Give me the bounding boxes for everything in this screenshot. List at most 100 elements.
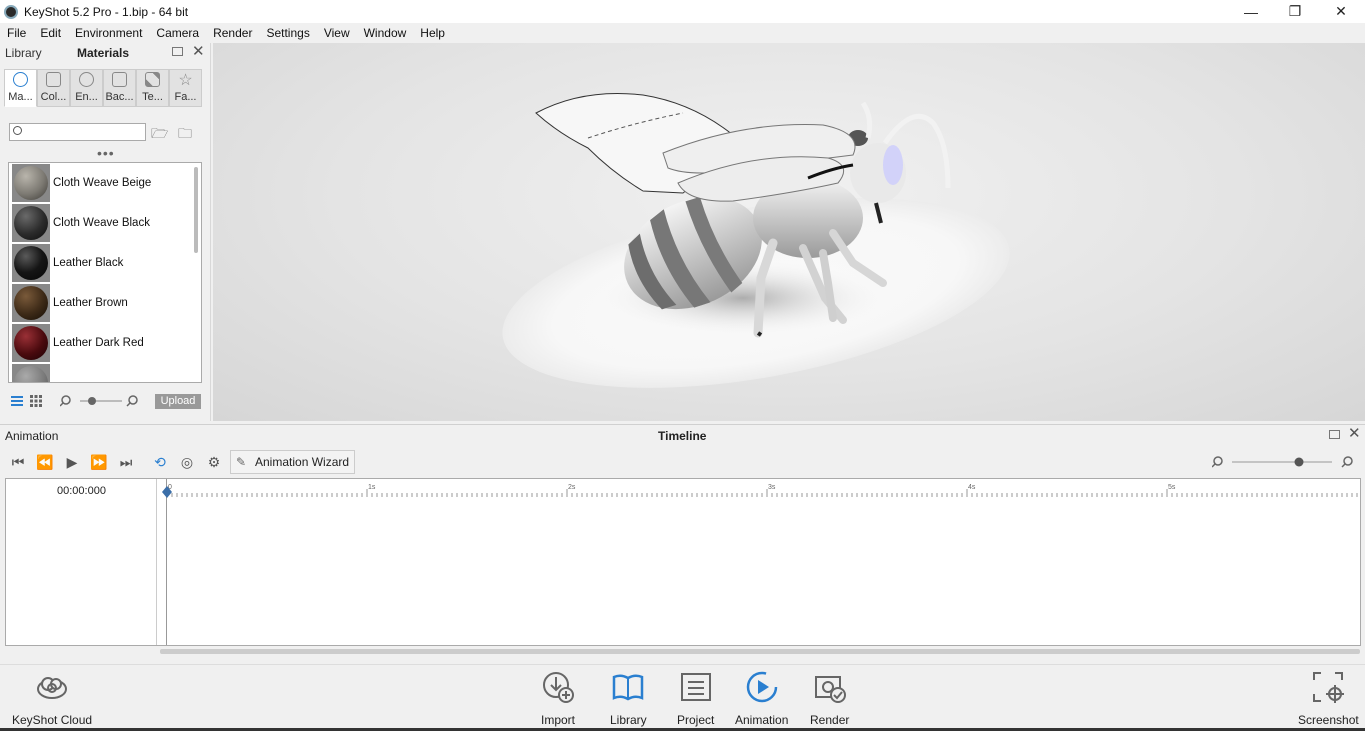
import-label: Import [540, 713, 575, 727]
material-sphere [14, 326, 48, 360]
list-item[interactable] [9, 363, 201, 382]
animation-button[interactable]: Animation [735, 669, 788, 727]
ruler-label: 4s [968, 484, 976, 491]
ruler-label: 3s [768, 484, 776, 491]
list-item[interactable]: Cloth Weave Beige [9, 163, 201, 203]
library-search [9, 123, 146, 141]
materials-title: Materials [77, 46, 130, 60]
environment-icon [79, 72, 94, 87]
wizard-label: Animation Wizard [255, 455, 350, 469]
undock-icon[interactable] [1329, 430, 1340, 439]
keyshot-cloud-button[interactable]: KeyShot Cloud [12, 669, 92, 727]
material-sphere [14, 206, 48, 240]
timeline-scrollbar[interactable] [160, 649, 1360, 654]
screenshot-label: Screenshot [1298, 713, 1359, 727]
step-back-icon[interactable]: ⏪ [35, 453, 55, 471]
library-header: Library Materials ✕ [0, 43, 210, 63]
splitter-handle[interactable]: ••• [97, 146, 115, 160]
material-name: Leather Black [53, 257, 124, 269]
tab-label: Bac... [105, 91, 134, 103]
preview-icon[interactable]: ◎ [177, 453, 197, 471]
screenshot-icon [1310, 669, 1346, 705]
search-input[interactable] [28, 125, 143, 139]
play-icon[interactable]: ▶ [62, 453, 82, 471]
bee-model-render [502, 93, 1010, 388]
menu-view[interactable]: View [317, 26, 357, 40]
menu-file[interactable]: File [0, 26, 33, 40]
close-panel-icon[interactable]: ✕ [1348, 426, 1361, 442]
close-panel-icon[interactable]: ✕ [192, 44, 205, 60]
timeline-area[interactable]: 00:00:000 0 1s 2s 3s 4s 5s [5, 478, 1361, 646]
upload-button[interactable]: Upload [155, 394, 201, 409]
material-name: Cloth Weave Black [53, 217, 150, 229]
tab-materials[interactable]: Ma... [4, 69, 37, 107]
go-to-end-icon[interactable]: ⏭ [116, 453, 136, 471]
menu-render[interactable]: Render [206, 26, 259, 40]
render-viewport[interactable] [213, 43, 1365, 421]
tab-textures[interactable]: Te... [136, 69, 169, 107]
loop-icon[interactable]: ⟲ [150, 453, 170, 471]
title-bar: KeyShot 5.2 Pro - 1.bip - 64 bit — ❐ ✕ [0, 0, 1365, 23]
cloud-label: KeyShot Cloud [12, 713, 93, 727]
render-icon [812, 669, 848, 705]
playhead-marker[interactable] [161, 486, 173, 500]
ruler-label: 5s [1168, 484, 1176, 491]
material-sphere [14, 366, 48, 382]
import-button[interactable]: Import [540, 669, 576, 727]
material-thumbnail [12, 324, 50, 362]
library-button[interactable]: Library [610, 669, 647, 727]
go-to-start-icon[interactable]: ⏮ [8, 453, 28, 471]
menu-camera[interactable]: Camera [149, 26, 206, 40]
timeline-zoom-slider[interactable] [1212, 455, 1357, 469]
ruler-label: 1s [368, 484, 376, 491]
add-folder-icon[interactable]: 🗁 [151, 123, 171, 141]
current-time: 00:00:000 [57, 485, 106, 497]
list-view-icon[interactable] [10, 394, 24, 408]
settings-gear-icon[interactable]: ⚙ [204, 453, 224, 471]
menu-help[interactable]: Help [413, 26, 452, 40]
tab-backplates[interactable]: Bac... [103, 69, 136, 107]
keyshot-app-icon [4, 4, 18, 19]
restore-button[interactable]: ❐ [1272, 0, 1318, 23]
list-scrollbar[interactable] [194, 167, 198, 253]
tab-environments[interactable]: En... [70, 69, 103, 107]
cloud-icon [34, 669, 70, 705]
tab-favorites[interactable]: ☆ Fa... [169, 69, 202, 107]
list-item[interactable]: Leather Brown [9, 283, 201, 323]
animation-label: Animation [735, 713, 789, 727]
screenshot-button[interactable]: Screenshot [1298, 669, 1359, 727]
close-button[interactable]: ✕ [1318, 0, 1364, 23]
menu-window[interactable]: Window [357, 26, 414, 40]
animation-wizard-button[interactable]: ✎ Animation Wizard [230, 450, 355, 474]
ruler-label: 2s [568, 484, 576, 491]
list-item[interactable]: Cloth Weave Black [9, 203, 201, 243]
animation-panel-header: Animation Timeline ✕ [0, 424, 1365, 444]
undock-icon[interactable] [172, 47, 183, 56]
menu-edit[interactable]: Edit [33, 26, 68, 40]
grid-view-icon[interactable] [29, 394, 43, 408]
material-sphere [14, 166, 48, 200]
library-label: Library [5, 46, 42, 60]
library-footer: Upload [0, 388, 211, 412]
search-icon [13, 126, 22, 135]
list-item[interactable]: Leather Black [9, 243, 201, 283]
folder-menu-icon[interactable]: 🗀 [178, 123, 198, 141]
material-thumbnail [12, 284, 50, 322]
menu-environment[interactable]: Environment [68, 26, 149, 40]
window-title: KeyShot 5.2 Pro - 1.bip - 64 bit [24, 4, 189, 19]
render-label: Render [810, 713, 850, 727]
project-button[interactable]: Project [677, 669, 714, 727]
library-tabs: Ma... Col... En... Bac... Te... ☆ Fa... [4, 69, 202, 107]
timeline-ruler[interactable]: 0 1s 2s 3s 4s 5s [167, 483, 1360, 503]
tab-colors[interactable]: Col... [37, 69, 70, 107]
thumbnail-size-slider[interactable] [60, 394, 140, 408]
tab-label: En... [75, 91, 98, 103]
animation-label: Animation [5, 429, 59, 443]
timeline-track-list: 00:00:000 [6, 479, 157, 645]
step-forward-icon[interactable]: ⏩ [89, 453, 109, 471]
minimize-button[interactable]: — [1228, 0, 1274, 23]
list-item[interactable]: Leather Dark Red [9, 323, 201, 363]
render-button[interactable]: Render [810, 669, 849, 727]
menu-settings[interactable]: Settings [259, 26, 316, 40]
material-thumbnail [12, 364, 50, 382]
